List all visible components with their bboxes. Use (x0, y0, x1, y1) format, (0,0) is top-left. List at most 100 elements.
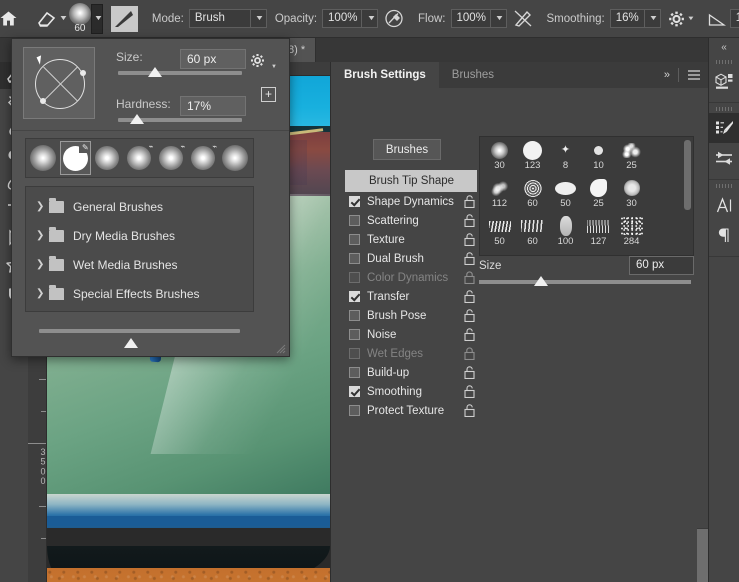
checkbox[interactable] (349, 291, 360, 302)
size-slider-thumb[interactable] (148, 67, 162, 77)
list-item[interactable]: ✎ (59, 141, 91, 175)
list-item[interactable]: ❯ General Brushes (30, 192, 249, 221)
lock-open-icon[interactable] (464, 366, 475, 379)
list-item[interactable]: ❯ Dry Media Brushes (30, 221, 249, 250)
brush-settings-panel-button[interactable] (709, 113, 739, 143)
list-item[interactable]: 284 (615, 215, 648, 253)
list-item[interactable]: 175 (549, 253, 582, 255)
airbrush-button[interactable] (513, 6, 533, 32)
hardness-input[interactable]: 17% (180, 96, 246, 116)
checkbox[interactable] (349, 310, 360, 321)
adjustments-panel-button[interactable] (709, 143, 739, 173)
tab-brushes[interactable]: Brushes (439, 62, 507, 88)
brush-preset-dropdown[interactable]: ▼ (90, 3, 103, 34)
smoothing-options-button[interactable]: ▼ (668, 6, 695, 32)
lock-open-icon[interactable] (464, 385, 475, 398)
list-item[interactable]: ⌁ (187, 141, 219, 175)
option-texture[interactable]: Texture (345, 230, 477, 249)
brush-tip-shape-item[interactable]: Brush Tip Shape (345, 170, 477, 192)
list-item[interactable] (91, 141, 123, 175)
lock-open-icon[interactable] (464, 233, 475, 246)
checkbox[interactable] (349, 367, 360, 378)
brush-panel-toggle[interactable] (110, 0, 138, 38)
option-build-up[interactable]: Build-up (345, 363, 477, 382)
drag-handle[interactable] (709, 58, 739, 66)
option-transfer[interactable]: Transfer (345, 287, 477, 306)
mode-select[interactable]: Brush ▼ (188, 9, 267, 28)
list-item[interactable]: 60 (516, 177, 549, 215)
list-item[interactable]: 30 (615, 177, 648, 215)
list-item[interactable]: 100 (549, 215, 582, 253)
option-shape-dynamics[interactable]: Shape Dynamics (345, 192, 477, 211)
home-button[interactable] (0, 0, 17, 38)
panel-menu-icon[interactable] (687, 69, 701, 81)
chevron-down-icon[interactable]: ▼ (59, 15, 69, 22)
checkbox[interactable] (349, 215, 360, 226)
chevron-down-icon[interactable]: ▼ (362, 9, 379, 28)
lock-open-icon[interactable] (464, 290, 475, 303)
chevron-down-icon[interactable]: ▼ (490, 9, 507, 28)
list-item[interactable]: 123 (516, 139, 549, 177)
lock-open-icon[interactable] (464, 252, 475, 265)
list-item[interactable]: 50 (483, 215, 516, 253)
flow-input[interactable]: 100% ▼ (450, 9, 507, 28)
option-scattering[interactable]: Scattering (345, 211, 477, 230)
list-item[interactable]: 25 (615, 139, 648, 177)
list-item[interactable] (219, 141, 251, 175)
opacity-input[interactable]: 100% ▼ (322, 9, 379, 28)
size-slider-thumb[interactable] (534, 276, 548, 286)
size-slider-track[interactable] (118, 71, 242, 75)
list-item[interactable]: 50 (549, 177, 582, 215)
new-preset-button[interactable]: + (261, 87, 276, 102)
checkbox[interactable] (349, 329, 360, 340)
double-chevron-right-icon[interactable]: » (664, 69, 670, 81)
size-input[interactable]: 60 px (180, 49, 246, 69)
list-item[interactable]: ❯ Special Effects Brushes (30, 279, 249, 308)
brush-preset-strip[interactable]: ✎ ⌁ ⌁ ⌁ (25, 138, 254, 178)
pressure-opacity-button[interactable] (384, 6, 404, 32)
brush-angle-preview[interactable] (23, 47, 95, 119)
checkbox[interactable] (349, 386, 360, 397)
brushes-button[interactable]: Brushes (373, 139, 441, 160)
resize-grip-icon[interactable] (274, 342, 286, 354)
brush-folder-list[interactable]: ❯ General Brushes ❯ Dry Media Brushes ❯ … (25, 186, 254, 312)
lock-open-icon[interactable] (464, 214, 475, 227)
smoothing-value[interactable]: 16% (609, 9, 645, 28)
lock-open-icon[interactable] (464, 404, 475, 417)
mode-value[interactable]: Brush (188, 9, 251, 28)
brush-tip-grid[interactable]: 30 123 ✦ 8 10 25 112 60 50 25 30 50 60 10… (479, 136, 694, 256)
flow-value[interactable]: 100% (450, 9, 491, 28)
list-item[interactable]: 80 (483, 253, 516, 255)
checkbox[interactable] (349, 405, 360, 416)
grid-scrollbar[interactable] (684, 140, 691, 210)
brush-preset-picker[interactable]: Size: 60 px 60 px Hardness: 17% (11, 38, 290, 357)
chevron-down-icon[interactable]: ▼ (644, 9, 661, 28)
size-slider-track[interactable] (479, 280, 691, 284)
size-input[interactable]: 60 px (629, 256, 694, 275)
option-noise[interactable]: Noise (345, 325, 477, 344)
checkbox[interactable] (349, 234, 360, 245)
list-item[interactable]: 60 (516, 215, 549, 253)
list-item[interactable]: ✦ 8 (549, 139, 582, 177)
list-item[interactable]: ⌁ (123, 141, 155, 175)
chevron-right-icon[interactable]: ❯ (36, 259, 49, 270)
lock-open-icon[interactable] (464, 195, 475, 208)
list-item[interactable]: 30 (483, 139, 516, 177)
brush-preview-button[interactable]: 60 (68, 2, 91, 36)
list-item[interactable]: 174 (516, 253, 549, 255)
chevron-right-icon[interactable]: ❯ (36, 288, 49, 299)
list-item[interactable]: ⌁ (155, 141, 187, 175)
lock-open-icon[interactable] (464, 309, 475, 322)
character-panel-button[interactable] (709, 190, 739, 220)
option-smoothing[interactable]: Smoothing (345, 382, 477, 401)
collapse-panels-button[interactable]: « (709, 38, 739, 56)
list-item[interactable] (28, 141, 59, 175)
list-item[interactable]: 25 (582, 177, 615, 215)
preset-size-slider-thumb[interactable] (124, 338, 138, 348)
preset-size-slider-track[interactable] (39, 329, 240, 333)
opacity-value[interactable]: 100% (322, 9, 363, 28)
checkbox[interactable] (349, 196, 360, 207)
smoothing-input[interactable]: 16% ▼ (609, 9, 661, 28)
list-item[interactable]: 10 (582, 139, 615, 177)
chevron-right-icon[interactable]: ❯ (36, 201, 49, 212)
